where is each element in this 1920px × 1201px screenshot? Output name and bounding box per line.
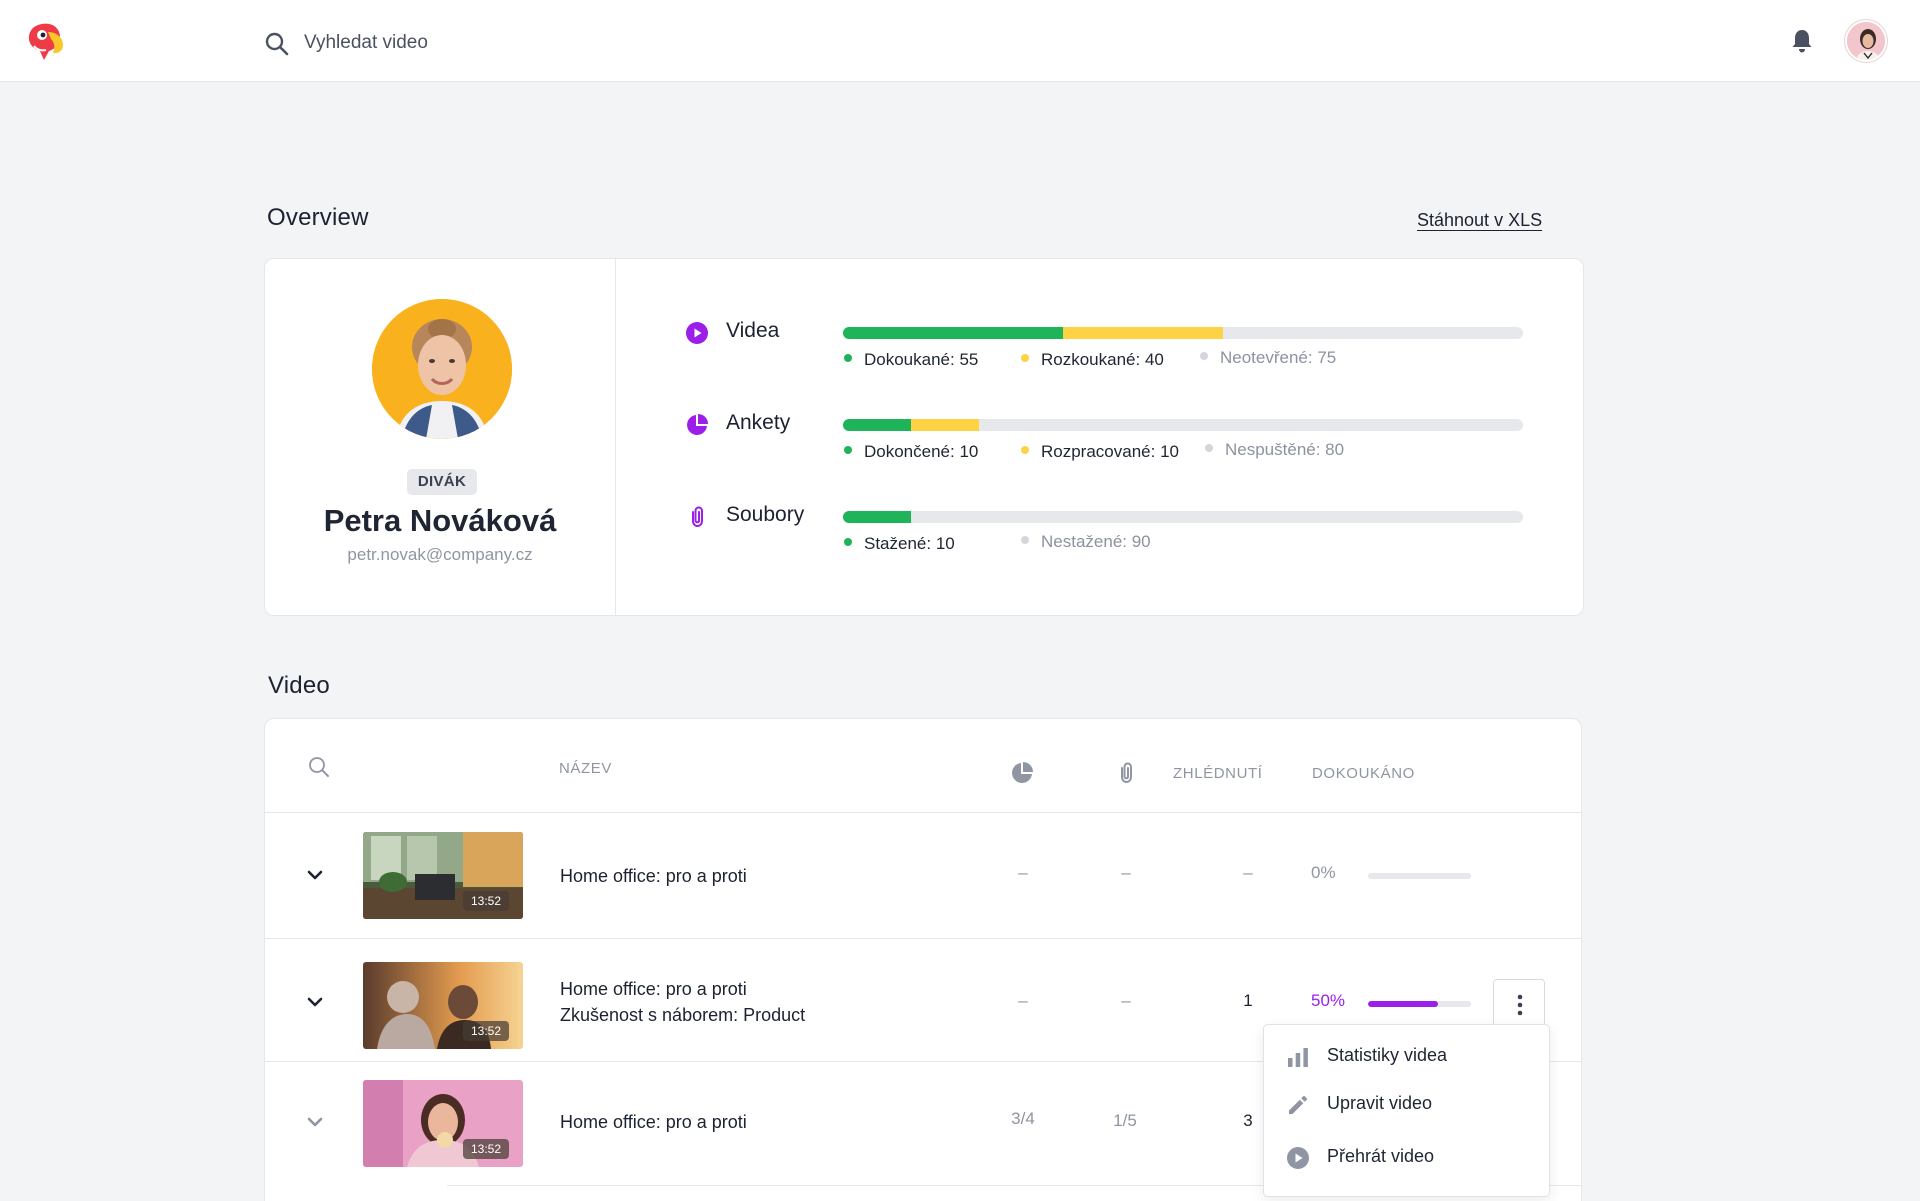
bar-segment-completed	[843, 419, 911, 431]
overview-card: DIVÁK Petra Nováková petr.novak@company.…	[264, 258, 1584, 616]
legend-not-started-label: Nespuštěné: 80	[1225, 440, 1345, 459]
video-files: –	[1121, 991, 1131, 1010]
video-title[interactable]: Home office: pro a proti	[560, 1109, 747, 1135]
video-title-line: Home office: pro a proti	[560, 866, 747, 886]
video-completed-bar-fill	[1368, 1001, 1439, 1007]
video-thumbnail[interactable]: 13:52	[363, 962, 523, 1049]
video-files: 1/5	[1113, 1111, 1137, 1130]
bar-segment-in-progress	[911, 419, 979, 431]
video-duration: 13:52	[462, 891, 509, 911]
legend-unopened-label: Neotevřené: 75	[1220, 348, 1337, 367]
progress-bar-ankety	[843, 419, 1523, 431]
overview-divider	[615, 259, 616, 615]
video-title[interactable]: Home office: pro a proti Zkušenost s náb…	[560, 976, 805, 1028]
menu-item-play-video[interactable]: Přehrát video	[1264, 1135, 1549, 1179]
bar-segment-partial	[1062, 327, 1223, 339]
video-section-title: Video	[268, 672, 330, 699]
legend-in-progress: Rozpracované: 10	[1021, 442, 1179, 462]
video-duration: 13:52	[462, 1021, 509, 1041]
play-circle-icon	[686, 322, 708, 344]
user-avatar[interactable]	[1845, 20, 1887, 62]
legend-downloaded: Stažené: 10	[844, 534, 955, 554]
row-actions-menu: Statistiky videa Upravit video Přehrát v…	[1263, 1024, 1550, 1197]
legend-not-downloaded: Nestažené: 90	[1021, 532, 1151, 552]
menu-item-video-stats[interactable]: Statistiky videa	[1264, 1034, 1549, 1078]
stat-label-soubory: Soubory	[726, 503, 805, 526]
video-views: –	[1243, 863, 1253, 882]
video-completed-percent: 0%	[1311, 863, 1336, 882]
video-thumbnail[interactable]: 13:52	[363, 832, 523, 919]
download-xls-link[interactable]: Stáhnout v XLS	[1417, 210, 1542, 231]
legend-unopened: Neotevřené: 75	[1200, 348, 1336, 368]
profile-photo-image	[372, 299, 512, 439]
search-icon[interactable]	[264, 31, 290, 57]
legend-partial: Rozkoukané: 40	[1021, 350, 1164, 370]
profile-name: Petra Nováková	[323, 503, 557, 538]
profile-email: petr.novak@company.cz	[347, 545, 533, 564]
legend-watched: Dokoukané: 55	[844, 350, 978, 370]
paperclip-icon[interactable]	[1114, 761, 1138, 785]
video-completed-percent: 50%	[1311, 991, 1346, 1010]
more-vertical-icon	[1517, 994, 1523, 1016]
video-views: 1	[1243, 991, 1253, 1010]
pie-chart-icon	[687, 414, 708, 435]
video-files: –	[1121, 863, 1131, 882]
play-circle-icon	[1287, 1147, 1309, 1169]
top-bar	[0, 0, 1920, 82]
video-completed-bar	[1368, 1001, 1471, 1007]
column-header-views[interactable]: ZHLÉDNUTÍ	[1173, 765, 1263, 782]
pie-chart-icon[interactable]	[1010, 761, 1034, 785]
column-header-name[interactable]: NÁZEV	[559, 760, 612, 777]
video-subtitle-line: Zkušenost s náborem: Product	[560, 1005, 806, 1025]
video-duration: 13:52	[462, 1139, 509, 1159]
video-title[interactable]: Home office: pro a proti	[560, 863, 747, 889]
row-divider	[265, 938, 1581, 939]
stat-label-videa: Videa	[726, 319, 780, 342]
table-header-divider	[265, 812, 1581, 813]
video-views: 3	[1243, 1111, 1253, 1130]
stat-label-ankety: Ankety	[726, 411, 791, 434]
chevron-down-icon[interactable]	[305, 1112, 325, 1132]
bar-segment-downloaded	[843, 511, 911, 523]
menu-item-label: Statistiky videa	[1327, 1045, 1448, 1065]
chevron-down-icon[interactable]	[305, 865, 325, 885]
legend-not-started: Nespuštěné: 80	[1205, 440, 1344, 460]
video-completed-bar	[1368, 873, 1471, 879]
search-input[interactable]	[304, 26, 724, 60]
paperclip-icon	[692, 506, 703, 528]
table-search-icon[interactable]	[307, 755, 331, 779]
video-polls: –	[1018, 863, 1028, 882]
legend-downloaded-label: Stažené: 10	[864, 534, 955, 553]
pencil-icon	[1289, 1096, 1307, 1114]
legend-not-downloaded-label: Nestažené: 90	[1041, 532, 1151, 551]
bell-icon[interactable]	[1790, 28, 1814, 54]
row-actions-button[interactable]	[1493, 979, 1545, 1029]
legend-completed: Dokončené: 10	[844, 442, 978, 462]
bar-chart-icon	[1288, 1048, 1308, 1067]
column-header-completed[interactable]: DOKOUKÁNO	[1312, 765, 1415, 782]
legend-watched-label: Dokoukané: 55	[864, 350, 979, 369]
progress-bar-videa	[843, 327, 1523, 339]
role-badge: DIVÁK	[407, 469, 477, 495]
chevron-down-icon[interactable]	[305, 992, 325, 1012]
menu-item-label: Přehrát video	[1327, 1146, 1435, 1166]
legend-completed-label: Dokončené: 10	[864, 442, 979, 461]
user-avatar-image	[1847, 22, 1885, 60]
video-polls: –	[1018, 991, 1028, 1010]
menu-item-label: Upravit video	[1327, 1093, 1433, 1113]
video-polls: 3/4	[1011, 1109, 1035, 1128]
video-thumbnail[interactable]: 13:52	[363, 1080, 523, 1167]
progress-bar-soubory	[843, 511, 1523, 523]
video-title-line: Home office: pro a proti	[560, 979, 747, 999]
legend-partial-label: Rozkoukané: 40	[1041, 350, 1164, 369]
video-title-line: Home office: pro a proti	[560, 1112, 747, 1132]
bar-segment-watched	[843, 327, 1063, 339]
overview-title: Overview	[267, 204, 369, 231]
profile-photo	[372, 299, 512, 439]
legend-in-progress-label: Rozpracované: 10	[1041, 442, 1179, 461]
menu-item-edit-video[interactable]: Upravit video	[1264, 1082, 1549, 1126]
parrot-logo-icon[interactable]	[22, 20, 68, 62]
